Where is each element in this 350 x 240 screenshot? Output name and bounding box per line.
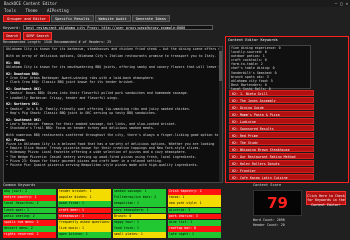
keyword-chip: wine list: 1 — [168, 220, 221, 226]
editor-line[interactable]: • Pointe Pie: Quaint pizzeria serving Ne… — [4, 163, 222, 167]
keyword-chip: small plates: 1 — [113, 232, 166, 238]
check-keywords-button[interactable]: Click Here to Check for Keywords in the … — [306, 191, 346, 207]
keyword-header-item[interactable]: H2: Holey Rollers Donuts — [229, 160, 314, 166]
close-icon[interactable]: ✕ — [346, 0, 348, 7]
scrollbar-thumb[interactable] — [219, 51, 222, 81]
keyword-chip: craft beer: 1 — [58, 207, 111, 214]
keyword-chip: Irish tapestry: 2 — [168, 189, 221, 195]
keyword-chip: late night: 1 — [168, 232, 221, 238]
keyword-chip: steakhouse: 1 — [58, 213, 111, 220]
keyword-input[interactable]: best restaurant oklahoma city Proxy: htt… — [23, 25, 213, 30]
maximize-icon[interactable]: □ — [340, 0, 342, 7]
score-value: 79 — [267, 194, 288, 212]
keyword-chip: lunch spot: 1 — [3, 207, 56, 214]
title-bar: BackOCE Content Editor — □ ✕ — [0, 0, 350, 7]
keyword-chip: smoked sausage: 1 — [113, 189, 166, 195]
recommendation-line: Recommended Length: 1540 Recommended # o… — [3, 40, 112, 44]
editor-line[interactable]: With an array of delicious options, Okla… — [4, 54, 222, 58]
content-score-title: Content Score — [253, 183, 282, 187]
keyword-chip: new york style: 1 — [168, 201, 221, 207]
keyword-chip: pizzeria: 3 — [168, 207, 221, 214]
keyword-header-item[interactable]: H2: The Jones Assembly — [229, 97, 314, 103]
keyword-chip: entire country: 1 — [3, 195, 56, 201]
keywords-panel-title: Content Editor Keywords — [228, 38, 278, 42]
keyword-header-list: H2: 1. Nieto Grill H2: The Jones Assembly… — [229, 90, 314, 180]
minimize-icon[interactable]: — — [335, 0, 337, 7]
keyword-header-item[interactable]: H2: Whipping Brown Steakhouse — [229, 146, 314, 152]
keyword-header-item[interactable]: H2: The Study — [229, 139, 314, 145]
keyword-chip: Fullteeroo/ice bars: 2 — [113, 195, 166, 201]
editor-line[interactable]: Oklahoma City is known for its barbecue,… — [4, 47, 222, 51]
keyword-header-item[interactable]: H2: Red Prime — [229, 132, 314, 138]
keyword-chip: patio seating: 2 — [3, 213, 56, 220]
keyword-header-item[interactable]: H2: Cafe Kacao Latin Cuisine — [229, 174, 314, 180]
keyword-chip: rights reserved: 2 — [3, 232, 56, 238]
keyword-chip: spoils rum menu: 2 — [3, 220, 56, 226]
editor-text[interactable]: Oklahoma City is known for its barbecue,… — [4, 47, 222, 168]
keyword-chip: neapolitan: 1 — [113, 201, 166, 207]
header-count: Header Count: 20 — [253, 223, 285, 227]
keyword-header-item[interactable]: H2: Dining Guide — [229, 104, 314, 110]
keyword-chip: tacos: 1 — [168, 195, 221, 201]
common-keywords: Common Keywords bbq joint: 2 tender brisk… — [3, 183, 223, 238]
keyword-chip: food truck: 1 — [113, 226, 166, 232]
common-keywords-title: Common Keywords — [3, 183, 36, 187]
serp-search-button[interactable]: SERP Search — [23, 32, 52, 40]
keyword-chip: wood-fired: 1 — [58, 201, 111, 207]
keyword-chip: happy hour: 1 — [113, 220, 166, 226]
keyword-chip: Brunch: 0 — [113, 213, 166, 220]
keyword-header-item[interactable]: H2: Ludivine — [229, 118, 314, 124]
keyword-chip: tender brisket: 1 — [58, 189, 111, 195]
content-editor[interactable]: Oklahoma City is known for its barbecue,… — [3, 46, 223, 183]
content-score-panel: Content Score 79 Word Count: 2090 Header… — [253, 183, 347, 238]
keyword-chip: local favorites: 2 — [3, 201, 56, 207]
window-title: BackOCE Content Editor — [4, 1, 57, 6]
tab-website-audit[interactable]: Website Audit — [94, 15, 131, 22]
menu-bar: Tools Theme AIPosting — [0, 7, 350, 14]
keyword-stats-list[interactable]: fine dining experience: 0 locally-sourced… — [229, 45, 311, 91]
search-button[interactable]: Search — [3, 32, 22, 40]
keyword-chip: frequently asked questions: 3 — [58, 220, 111, 226]
keyword-header-item[interactable]: H2: Our Restaurant Rating Method — [229, 153, 314, 159]
keyword-chip: rooftop bar: 0 — [168, 226, 221, 232]
search-buttons: Search SERP Search — [3, 32, 52, 40]
keyword-label: Keyword: — [3, 26, 21, 30]
tab-bar: Grouper and Editor Specific Results Webs… — [3, 15, 171, 22]
keyword-chip: cozy atmosphere: 1 — [113, 207, 166, 214]
editor-line[interactable]: Oklahoma City is known for its mouthwate… — [4, 65, 222, 69]
keyword-chips: bbq joint: 2 tender brisket: 1 smoked saus… — [3, 189, 223, 238]
keyword-header-item[interactable]: H2: Sponsored Results — [229, 125, 314, 131]
menu-theme[interactable]: Theme — [25, 8, 37, 13]
keyword-chip: dessert menu: 2 — [3, 226, 56, 232]
editor-line[interactable]: With numerous BBQ restaurants scattered … — [4, 133, 222, 137]
keyword-header-item[interactable]: H2: 1. Nieto Grill — [229, 90, 314, 96]
tab-generate-ideas[interactable]: Generate Ideas — [131, 15, 171, 22]
keyword-chip: open kitchen: 1 — [58, 232, 111, 238]
window-controls: — □ ✕ — [335, 0, 348, 7]
keyword-chip: popular dishes: 1 — [58, 195, 111, 201]
keyword-header-item[interactable]: H2: Mamm's Pasta & Pizza — [229, 111, 314, 117]
menu-tools[interactable]: Tools — [4, 8, 16, 13]
menu-aiposting[interactable]: AIPosting — [47, 8, 69, 13]
keyword-chip: pork chorizo: 3 — [168, 213, 221, 220]
keywords-panel: Content Editor Keywords fine dining expe… — [225, 36, 349, 183]
editor-scrollbar[interactable] — [219, 47, 222, 182]
app-window: BackOCE Content Editor — □ ✕ Tools Theme… — [0, 0, 350, 240]
tab-specific-results[interactable]: Specific Results — [50, 15, 94, 22]
word-count: Word Count: 2090 — [253, 218, 285, 222]
keyword-chip: live music: 1 — [58, 226, 111, 232]
keyword-chip: bbq joint: 2 — [3, 189, 56, 195]
tab-grouper-editor[interactable]: Grouper and Editor — [3, 15, 50, 22]
score-box: 79 — [253, 190, 302, 216]
keyword-header-item[interactable]: H2: Frontier — [229, 167, 314, 173]
keyword-bar: Keyword: best restaurant oklahoma city P… — [3, 25, 218, 31]
